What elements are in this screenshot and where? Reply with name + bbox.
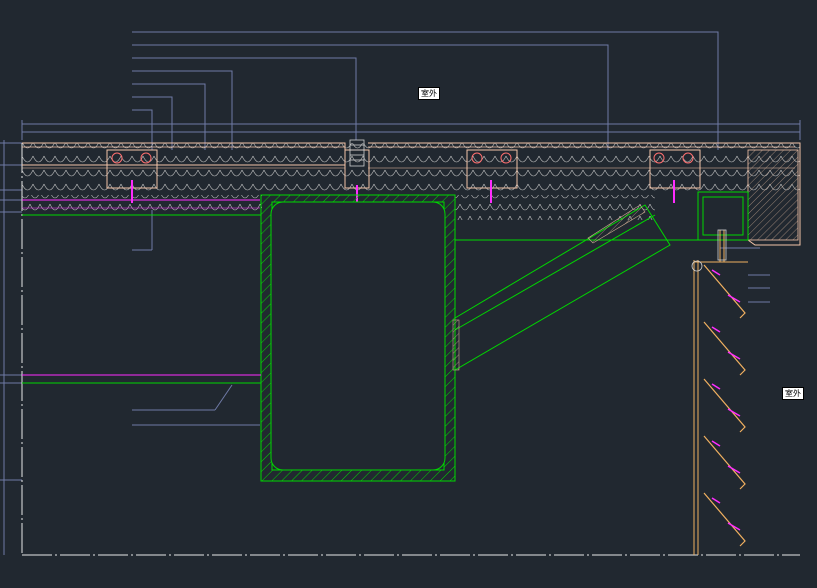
beam-welds <box>452 204 646 371</box>
louver-blades <box>703 264 746 547</box>
louver-top-fixing <box>691 229 727 272</box>
cad-drawing <box>0 31 801 556</box>
outdoor-label-right: 室外 <box>782 387 804 400</box>
louver-fixings <box>711 269 741 531</box>
outdoor-label-top: 室外 <box>418 87 440 100</box>
louver-frame <box>693 230 748 555</box>
steel-box-column <box>260 194 456 482</box>
